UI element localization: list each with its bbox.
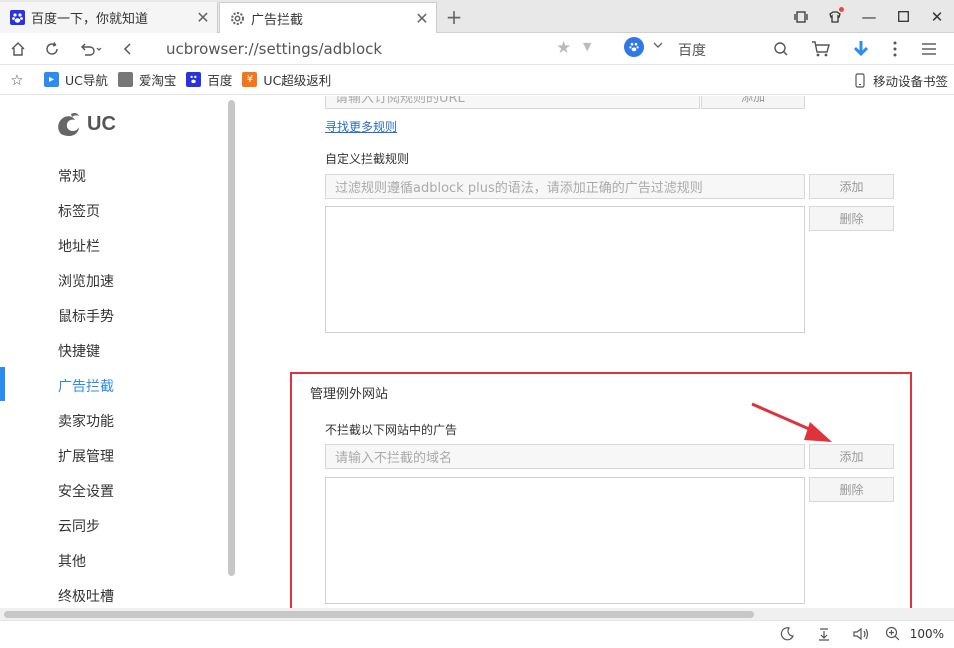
- notification-dot: [839, 7, 844, 12]
- sidebar-item-security[interactable]: 安全设置: [58, 481, 114, 501]
- mobile-bookmarks-label: 移动设备书签: [872, 74, 948, 89]
- url-field[interactable]: ucbrowser://settings/adblock: [166, 40, 382, 58]
- sidebar-item-mouse-gestures[interactable]: 鼠标手势: [58, 306, 114, 326]
- back-icon[interactable]: [116, 37, 140, 61]
- star-outline-icon[interactable]: ☆: [0, 71, 34, 89]
- home-icon[interactable]: [6, 37, 30, 61]
- new-tab-icon[interactable]: +: [444, 5, 464, 29]
- sidebar-item-acceleration[interactable]: 浏览加速: [58, 271, 114, 291]
- sidebar-item-general[interactable]: 常规: [58, 166, 86, 186]
- custom-rules-label: 自定义拦截规则: [325, 152, 410, 166]
- night-mode-icon[interactable]: [769, 626, 806, 641]
- minimize-icon[interactable]: —: [852, 0, 886, 33]
- sidebar-item-cloud-sync[interactable]: 云同步: [58, 516, 100, 536]
- chevron-down-icon[interactable]: [652, 40, 664, 53]
- bookmark-uc-nav[interactable]: ▸ UC导航: [44, 70, 108, 89]
- undo-icon[interactable]: [76, 37, 106, 61]
- close-window-icon[interactable]: ✕: [920, 0, 954, 33]
- bookmark-aitaobao[interactable]: 爱淘宝: [117, 70, 177, 89]
- uc-rebate-icon: ¥: [242, 72, 258, 87]
- close-icon[interactable]: ✕: [193, 8, 213, 27]
- subscribe-url-input[interactable]: 请输入订阅规则的URL: [325, 96, 700, 109]
- more-vertical-icon[interactable]: [878, 37, 912, 61]
- sidebar-scrollbar[interactable]: [228, 100, 235, 576]
- bookmark-star-icon[interactable]: ★: [556, 38, 571, 58]
- tab-adblock[interactable]: 广告拦截 ✕: [219, 2, 437, 34]
- uc-nav-icon: ▸: [44, 72, 59, 87]
- uc-logo: UC: [55, 110, 116, 138]
- sidebar-item-seller[interactable]: 卖家功能: [58, 411, 114, 431]
- menu-icon[interactable]: [912, 37, 946, 61]
- maximize-icon[interactable]: [886, 0, 920, 33]
- tab-title: 百度一下，你就知道: [31, 12, 149, 27]
- window-controls: — ✕: [784, 0, 954, 33]
- baidu-paw-icon[interactable]: [624, 37, 644, 57]
- custom-rule-input[interactable]: 过滤规则遵循adblock plus的语法，请添加正确的广告过滤规则: [325, 174, 805, 199]
- cart-icon[interactable]: [798, 37, 844, 61]
- volume-icon[interactable]: [843, 627, 880, 641]
- sidebar-item-adblock[interactable]: 广告拦截: [58, 376, 114, 396]
- settings-sidebar: UC 常规 标签页 地址栏 浏览加速 鼠标手势 快捷键 广告拦截 卖家功能 扩展…: [0, 96, 240, 608]
- zoom-level[interactable]: 100%: [910, 627, 944, 641]
- tab-baidu[interactable]: 百度一下，你就知道 ✕: [0, 2, 218, 33]
- download-icon[interactable]: [844, 37, 878, 61]
- bookmark-label: UC导航: [65, 73, 108, 88]
- find-more-rules-link[interactable]: 寻找更多规则: [325, 118, 397, 135]
- page-icon: [117, 72, 133, 87]
- custom-delete-button[interactable]: 删除: [809, 206, 894, 231]
- phone-icon: [855, 73, 865, 88]
- bookmark-label: 百度: [207, 73, 233, 88]
- toolbar-right: [764, 37, 946, 61]
- sidebar-item-address-bar[interactable]: 地址栏: [58, 236, 100, 256]
- bookmark-baidu[interactable]: 百度: [186, 70, 232, 89]
- search-icon[interactable]: [764, 37, 798, 61]
- skin-icon[interactable]: [818, 0, 852, 33]
- sidebar-item-other[interactable]: 其他: [58, 551, 86, 571]
- custom-add-button[interactable]: 添加: [809, 174, 894, 199]
- status-bar: 100%: [0, 620, 954, 648]
- bookmark-label: UC超级返利: [263, 73, 332, 88]
- arrow-icon: [751, 402, 832, 442]
- tab-title: 广告拦截: [251, 13, 304, 28]
- address-bar: ucbrowser://settings/adblock ★ ▼ 百度: [0, 33, 954, 65]
- sidebar-item-extensions[interactable]: 扩展管理: [58, 446, 114, 466]
- bookmark-label: 爱淘宝: [138, 73, 177, 88]
- custom-rules-list[interactable]: [325, 206, 805, 333]
- sidebar-item-feedback[interactable]: 终极吐槽: [58, 586, 114, 606]
- sidebar-item-tabs[interactable]: 标签页: [58, 201, 100, 221]
- baidu-paw-icon: [186, 72, 202, 87]
- chevron-down-icon[interactable]: ▼: [583, 40, 591, 53]
- close-icon[interactable]: ✕: [412, 9, 432, 28]
- tab-list-icon[interactable]: [784, 0, 818, 33]
- mobile-bookmarks[interactable]: 移动设备书签: [855, 71, 948, 90]
- download-tray-icon[interactable]: [806, 627, 843, 641]
- gear-icon: [230, 11, 245, 26]
- zoom-in-icon[interactable]: [880, 626, 906, 641]
- logo-text: UC: [87, 112, 116, 135]
- refresh-icon[interactable]: [40, 37, 64, 61]
- bookmarks-bar: ☆ ▸ UC导航 爱淘宝 百度 ¥ UC超级返利 移动设备书签: [0, 65, 954, 95]
- baidu-paw-icon: [10, 10, 25, 25]
- subscribe-add-button[interactable]: 添加: [701, 96, 805, 109]
- status-icons: 100%: [769, 626, 944, 641]
- squirrel-icon: [58, 112, 79, 136]
- horizontal-scrollbar[interactable]: [4, 611, 754, 618]
- search-engine-label[interactable]: 百度: [678, 40, 706, 60]
- sidebar-item-shortcuts[interactable]: 快捷键: [58, 341, 100, 361]
- active-indicator: [0, 367, 5, 401]
- bookmark-uc-rebate[interactable]: ¥ UC超级返利: [242, 70, 331, 89]
- tab-bar: 百度一下，你就知道 ✕ 广告拦截 ✕ + — ✕: [0, 0, 954, 34]
